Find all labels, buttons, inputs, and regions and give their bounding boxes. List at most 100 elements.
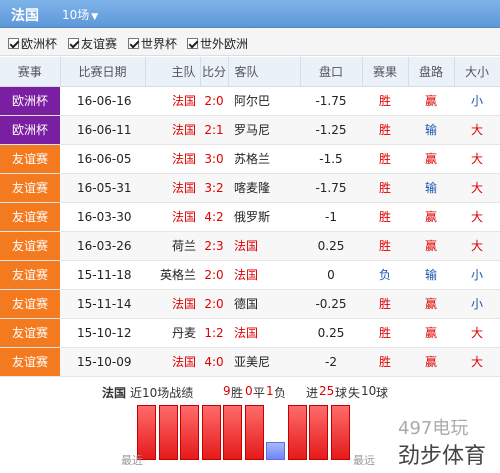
home-team-cell[interactable]: 法国 bbox=[145, 347, 200, 377]
date-cell: 16-03-30 bbox=[60, 202, 145, 232]
home-team-cell[interactable]: 法国 bbox=[145, 144, 200, 174]
result-cell: 胜 bbox=[362, 289, 408, 319]
summary-scored-unit: 球 bbox=[335, 386, 348, 400]
handicap-cell: -1.75 bbox=[300, 173, 362, 203]
result-cell: 胜 bbox=[362, 202, 408, 232]
over-under-cell: 大 bbox=[454, 318, 500, 348]
home-team-cell[interactable]: 荷兰 bbox=[145, 231, 200, 261]
summary-loss-label: 负 bbox=[274, 386, 287, 400]
league-cell[interactable]: 友谊赛 bbox=[0, 202, 60, 232]
league-cell[interactable]: 友谊赛 bbox=[0, 289, 60, 319]
form-bar bbox=[330, 405, 350, 460]
league-cell[interactable]: 友谊赛 bbox=[0, 347, 60, 377]
checkbox-checked-icon[interactable] bbox=[187, 38, 198, 49]
away-team-cell[interactable]: 罗马尼 bbox=[228, 115, 300, 145]
chevron-down-icon: ▼ bbox=[91, 12, 99, 22]
col-header-score: 比分 bbox=[200, 57, 229, 87]
over-under-cell: 大 bbox=[454, 115, 500, 145]
summary-draws: 0 bbox=[245, 384, 253, 398]
home-team-cell[interactable]: 法国 bbox=[145, 289, 200, 319]
table-row[interactable]: 欧洲杯 16-06-16 法国 2:0 阿尔巴 -1.75 胜赢小 bbox=[0, 86, 500, 116]
table-row[interactable]: 友谊赛 16-05-31 法国 3:2 喀麦隆 -1.75 胜输大 bbox=[0, 173, 500, 203]
match-count-value: 10场 bbox=[62, 8, 90, 22]
form-bar bbox=[266, 442, 285, 460]
score-cell: 2:0 bbox=[200, 86, 228, 116]
home-team-cell[interactable]: 英格兰 bbox=[145, 260, 200, 290]
cover-cell: 赢 bbox=[408, 86, 454, 116]
result-cell: 胜 bbox=[362, 318, 408, 348]
handicap-cell: 0 bbox=[300, 260, 362, 290]
filter-worldcup[interactable]: 世界杯 bbox=[128, 35, 177, 52]
league-cell[interactable]: 欧洲杯 bbox=[0, 115, 60, 145]
league-cell[interactable]: 友谊赛 bbox=[0, 144, 60, 174]
match-count-dropdown[interactable]: 10场 ▼ bbox=[62, 6, 98, 23]
league-cell[interactable]: 欧洲杯 bbox=[0, 86, 60, 116]
table-row[interactable]: 友谊赛 16-03-30 法国 4:2 俄罗斯 -1 胜赢大 bbox=[0, 202, 500, 232]
brand-logo: 劲步体育 bbox=[398, 444, 487, 469]
over-under-cell: 小 bbox=[454, 260, 500, 290]
col-header-away: 客队 bbox=[228, 57, 301, 87]
table-row[interactable]: 友谊赛 15-10-12 丹麦 1:2 法国 0.25 胜赢大 bbox=[0, 318, 500, 348]
table-row[interactable]: 友谊赛 16-06-05 法国 3:0 苏格兰 -1.5 胜赢大 bbox=[0, 144, 500, 174]
form-bar bbox=[180, 405, 199, 460]
away-team-cell[interactable]: 法国 bbox=[228, 318, 300, 348]
result-cell: 胜 bbox=[362, 86, 408, 116]
table-row[interactable]: 友谊赛 15-10-09 法国 4:0 亚美尼 -2 胜赢大 bbox=[0, 347, 500, 377]
filter-label: 友谊赛 bbox=[81, 37, 118, 51]
away-team-cell[interactable]: 法国 bbox=[228, 231, 300, 261]
date-cell: 15-10-09 bbox=[60, 347, 145, 377]
home-team-cell[interactable]: 法国 bbox=[145, 202, 200, 232]
table-row[interactable]: 友谊赛 15-11-18 英格兰 2:0 法国 0 负输小 bbox=[0, 260, 500, 290]
home-team-cell[interactable]: 法国 bbox=[145, 86, 200, 116]
form-bar bbox=[309, 405, 328, 460]
home-team-cell[interactable]: 法国 bbox=[145, 173, 200, 203]
date-cell: 16-06-05 bbox=[60, 144, 145, 174]
league-cell[interactable]: 友谊赛 bbox=[0, 173, 60, 203]
score-cell: 2:0 bbox=[200, 260, 228, 290]
handicap-cell: -1.25 bbox=[300, 115, 362, 145]
form-bar bbox=[158, 405, 178, 460]
date-cell: 16-06-11 bbox=[60, 115, 145, 145]
home-team-cell[interactable]: 法国 bbox=[145, 115, 200, 145]
league-cell[interactable]: 友谊赛 bbox=[0, 231, 60, 261]
score-cell: 4:2 bbox=[200, 202, 228, 232]
table-header-row: 赛事 比赛日期 主队 比分 客队 盘口 赛果 盘路 大小 bbox=[0, 57, 500, 87]
date-cell: 16-03-26 bbox=[60, 231, 145, 261]
summary-draw-label: 平 bbox=[253, 386, 266, 400]
home-team-cell[interactable]: 丹麦 bbox=[145, 318, 200, 348]
away-team-cell[interactable]: 亚美尼 bbox=[228, 347, 300, 377]
over-under-cell: 大 bbox=[454, 202, 500, 232]
date-cell: 16-05-31 bbox=[60, 173, 145, 203]
score-cell: 2:0 bbox=[200, 289, 228, 319]
checkbox-checked-icon[interactable] bbox=[128, 38, 139, 49]
checkbox-checked-icon[interactable] bbox=[8, 38, 19, 49]
watermark: 497电玩 bbox=[398, 418, 469, 439]
away-team-cell[interactable]: 喀麦隆 bbox=[228, 173, 300, 203]
away-team-cell[interactable]: 阿尔巴 bbox=[228, 86, 300, 116]
cover-cell: 赢 bbox=[408, 231, 454, 261]
col-header-handicap: 盘口 bbox=[300, 57, 363, 87]
checkbox-checked-icon[interactable] bbox=[68, 38, 79, 49]
filter-wc-qualifier-europe[interactable]: 世外欧洲 bbox=[187, 35, 248, 52]
away-team-cell[interactable]: 法国 bbox=[228, 260, 300, 290]
away-team-cell[interactable]: 苏格兰 bbox=[228, 144, 300, 174]
form-bar bbox=[287, 405, 307, 460]
summary-team: 法国 bbox=[102, 386, 127, 400]
score-cell: 4:0 bbox=[200, 347, 228, 377]
handicap-cell: 0.25 bbox=[300, 231, 362, 261]
result-cell: 胜 bbox=[362, 144, 408, 174]
table-row[interactable]: 欧洲杯 16-06-11 法国 2:1 罗马尼 -1.25 胜输大 bbox=[0, 115, 500, 145]
filter-friendly[interactable]: 友谊赛 bbox=[68, 35, 117, 52]
league-cell[interactable]: 友谊赛 bbox=[0, 260, 60, 290]
league-cell[interactable]: 友谊赛 bbox=[0, 318, 60, 348]
table-row[interactable]: 友谊赛 16-03-26 荷兰 2:3 法国 0.25 胜赢大 bbox=[0, 231, 500, 261]
cover-cell: 赢 bbox=[408, 318, 454, 348]
table-row[interactable]: 友谊赛 15-11-14 法国 2:0 德国 -0.25 胜赢小 bbox=[0, 289, 500, 319]
away-team-cell[interactable]: 俄罗斯 bbox=[228, 202, 300, 232]
form-chart bbox=[137, 405, 371, 467]
date-cell: 15-11-18 bbox=[60, 260, 145, 290]
away-team-cell[interactable]: 德国 bbox=[228, 289, 300, 319]
filter-euro[interactable]: 欧洲杯 bbox=[8, 35, 57, 52]
date-cell: 15-10-12 bbox=[60, 318, 145, 348]
filter-label: 欧洲杯 bbox=[21, 37, 58, 51]
